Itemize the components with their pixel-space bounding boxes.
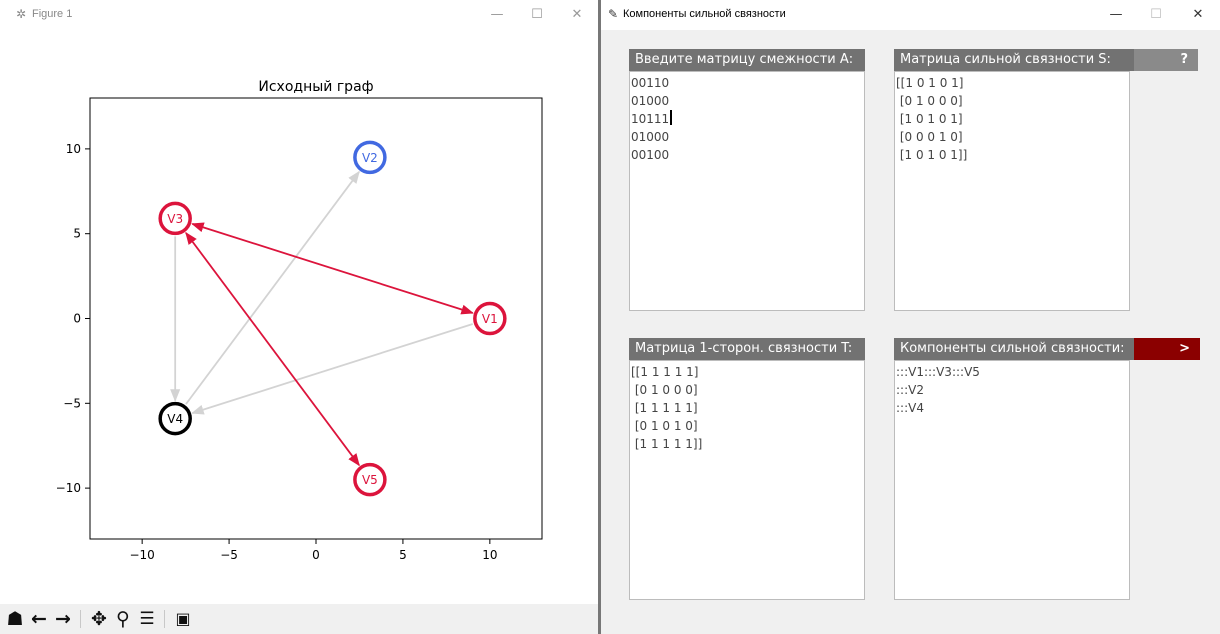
y-tick-label: 10 [66, 142, 81, 156]
x-axis: −10 −5 0 5 10 [129, 539, 497, 562]
component-item: :::V1:::V3:::V5 [896, 365, 980, 379]
back-icon[interactable]: ← [28, 607, 50, 631]
components-output[interactable]: :::V1:::V3:::V5 :::V2 :::V4 [894, 360, 1130, 600]
y-tick-label: −5 [63, 396, 81, 410]
help-button[interactable]: ? [1134, 49, 1198, 71]
forward-icon[interactable]: → [52, 607, 74, 631]
adjacency-header: Введите матрицу смежности А: [629, 49, 865, 71]
matrix-row: 00100 [631, 148, 670, 162]
matplotlib-icon: ✲ [15, 7, 27, 21]
pan-icon[interactable]: ✥ [88, 607, 110, 631]
graph-edges [170, 170, 474, 467]
plot-canvas[interactable]: Исходный граф −10 −5 0 5 10 10 5 0 −5 −10 V1 V2 V3… [0, 30, 598, 604]
y-axis: 10 5 0 −5 −10 [56, 142, 90, 495]
x-tick-label: 5 [399, 548, 407, 562]
graph-node-label: V3 [167, 212, 183, 226]
toolbar-separator [80, 610, 81, 628]
close-button[interactable]: ✕ [1183, 3, 1213, 27]
graph-node-label: V4 [167, 412, 183, 426]
oneway-matrix-output[interactable]: [[1 1 1 1 1] [0 1 0 0 0] [1 1 1 1 1] [0 … [629, 360, 865, 600]
x-tick-label: 10 [482, 548, 497, 562]
matrix-row: [0 1 0 0 0] [896, 94, 963, 108]
matrix-row: 01000 [631, 130, 670, 144]
figure-window: ✲ Figure 1 — ☐ ✕ Исходный граф −10 −5 0 5 10… [0, 0, 598, 634]
matrix-row: 01000 [631, 94, 670, 108]
matrix-row: 10111 [631, 110, 863, 128]
minimize-button[interactable]: — [1101, 3, 1131, 27]
x-tick-label: −10 [129, 548, 154, 562]
graph-edge-V1-V4 [191, 323, 473, 415]
app-title: Компоненты сильной связности [623, 8, 786, 20]
save-icon[interactable]: ▣ [172, 607, 194, 631]
navigation-toolbar: ☗ ← → ✥ ⚲ ☰ ▣ [0, 604, 598, 634]
figure-title: Figure 1 [32, 8, 73, 20]
matrix-row: 00110 [631, 76, 670, 90]
graph-edge-V1-V3 [191, 222, 474, 315]
matrix-row: [[1 1 1 1 1] [631, 365, 699, 379]
graph-edge-V3-V5 [185, 231, 360, 467]
graph-node-label: V2 [362, 151, 378, 165]
figure-titlebar[interactable]: ✲ Figure 1 — ☐ ✕ [0, 0, 598, 30]
matrix-row: [1 0 1 0 1] [896, 112, 963, 126]
y-tick-label: 5 [73, 227, 81, 241]
strong-matrix-header: Матрица сильной связности S: [894, 49, 1134, 71]
configure-icon[interactable]: ☰ [136, 607, 158, 631]
x-tick-label: 0 [312, 548, 320, 562]
text-cursor [670, 110, 673, 125]
y-tick-label: −10 [56, 481, 81, 495]
matrix-row: [1 1 1 1 1] [631, 401, 698, 415]
y-tick-label: 0 [73, 312, 81, 326]
app-window: ✎ Компоненты сильной связности — ☐ ✕ Вве… [601, 0, 1220, 634]
app-titlebar[interactable]: ✎ Компоненты сильной связности — ☐ ✕ [601, 0, 1220, 30]
components-header: Компоненты сильной связности: [894, 338, 1134, 360]
minimize-button[interactable]: — [482, 3, 512, 27]
adjacency-input[interactable]: 00110 01000 10111 01000 00100 [629, 71, 865, 311]
maximize-button[interactable]: ☐ [522, 3, 552, 27]
feather-icon: ✎ [607, 7, 619, 21]
component-item: :::V4 [896, 401, 924, 415]
run-button[interactable]: > [1134, 338, 1200, 360]
matrix-row: [0 1 0 1 0] [631, 419, 698, 433]
graph-edge-V4-V2 [185, 170, 360, 405]
chart-title: Исходный граф [258, 79, 373, 95]
home-icon[interactable]: ☗ [4, 607, 26, 631]
zoom-icon[interactable]: ⚲ [112, 607, 134, 631]
close-button[interactable]: ✕ [562, 3, 592, 27]
x-tick-label: −5 [220, 548, 238, 562]
maximize-button[interactable]: ☐ [1141, 3, 1171, 27]
oneway-matrix-header: Матрица 1-сторон. связности T: [629, 338, 865, 360]
component-item: :::V2 [896, 383, 924, 397]
graph-node-label: V5 [362, 473, 378, 487]
graph-node-label: V1 [482, 312, 498, 326]
strong-matrix-output[interactable]: [[1 0 1 0 1] [0 1 0 0 0] [1 0 1 0 1] [0 … [894, 71, 1130, 311]
toolbar-separator [164, 610, 165, 628]
matrix-row: [0 1 0 0 0] [631, 383, 698, 397]
matrix-row: [1 0 1 0 1]] [896, 148, 968, 162]
matrix-row: [1 1 1 1 1]] [631, 437, 703, 451]
matrix-row: [[1 0 1 0 1] [896, 76, 964, 90]
matrix-row: [0 0 0 1 0] [896, 130, 963, 144]
graph-nodes: V1 V2 V3 V4 V5 [158, 140, 507, 497]
